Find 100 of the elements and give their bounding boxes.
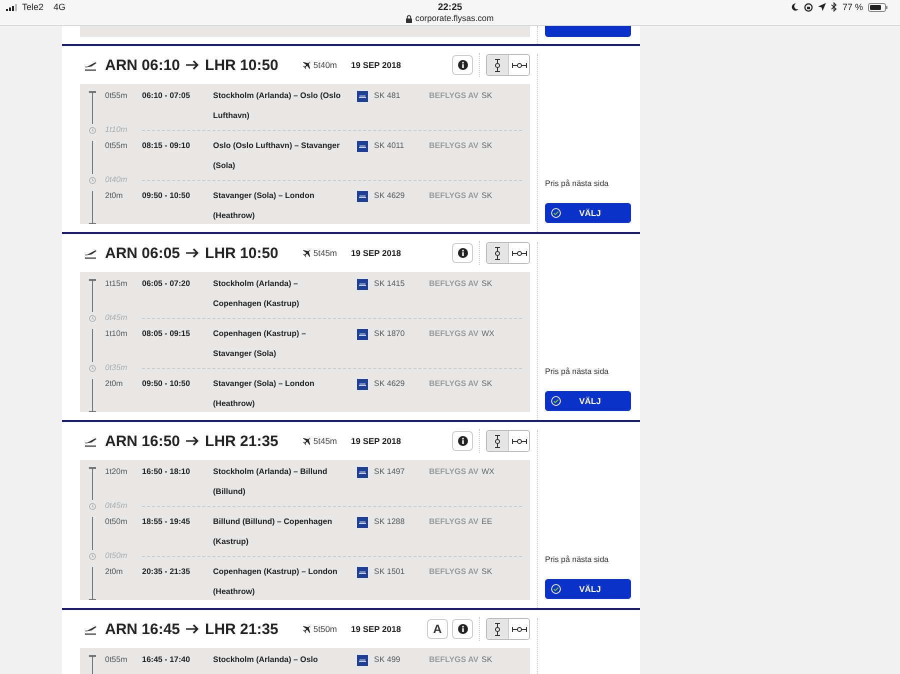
arrow-icon xyxy=(186,436,200,446)
segment-duration: 2t0m xyxy=(105,378,124,390)
plane-icon xyxy=(302,624,312,634)
layover-duration: 0t35m xyxy=(105,364,128,372)
carrier-name: Tele2 xyxy=(22,2,44,12)
vertical-view-button[interactable] xyxy=(487,619,508,639)
layover-duration: 0t40m xyxy=(105,176,128,184)
segment-route: Oslo (Oslo Lufthavn) – Stavanger (Sola) xyxy=(213,140,341,172)
clock-icon xyxy=(89,364,96,372)
segment-duration: 0t55m xyxy=(105,654,128,666)
flight-date: 19 SEP 2018 xyxy=(351,436,401,446)
airline-logo-icon xyxy=(357,279,368,290)
plane-icon xyxy=(302,436,312,446)
info-button[interactable] xyxy=(452,55,473,75)
check-circle-icon xyxy=(551,396,561,406)
airline-logo-icon xyxy=(357,379,368,390)
clock-icon xyxy=(89,552,96,560)
flight-number: SK 1501 xyxy=(374,566,406,578)
departure-time: ARN 06:05 xyxy=(105,244,180,262)
segment-duration: 2t0m xyxy=(105,190,124,202)
clock-icon xyxy=(89,176,96,184)
horizontal-view-button[interactable] xyxy=(508,431,529,451)
takeoff-icon xyxy=(84,60,97,70)
clock-time: 22:25 xyxy=(438,2,462,13)
check-circle-icon xyxy=(551,584,561,594)
segment-route: Copenhagen (Kastrup) – London (Heathrow) xyxy=(213,566,338,598)
operator-code: SK xyxy=(482,378,492,390)
plane-icon xyxy=(302,60,312,70)
total-duration: 5t40m xyxy=(313,60,338,70)
takeoff-icon xyxy=(84,436,97,446)
horizontal-view-button[interactable] xyxy=(508,55,529,75)
segment-times: 18:55 - 19:45 xyxy=(142,516,192,528)
airline-logo-icon xyxy=(357,91,368,102)
plane-icon xyxy=(302,248,312,258)
segment-route: Stockholm (Arlanda) – Oslo xyxy=(213,654,319,666)
layover-duration: 0t45m xyxy=(105,502,128,510)
operator-code: SK xyxy=(482,278,492,290)
operator-code: WX xyxy=(482,328,494,340)
arrival-time: LHR 21:35 xyxy=(205,620,278,638)
info-button[interactable] xyxy=(452,619,473,639)
segment-route: Billund (Billund) – Copenhagen (Kastrup) xyxy=(213,516,334,548)
vertical-view-button[interactable] xyxy=(487,431,508,451)
flight-date: 19 SEP 2018 xyxy=(351,248,401,258)
segment-times: 08:05 - 09:15 xyxy=(142,328,192,340)
moon-icon xyxy=(791,3,800,11)
horizontal-view-button[interactable] xyxy=(508,243,529,263)
airline-logo-icon xyxy=(357,655,368,666)
info-icon xyxy=(458,436,468,446)
clock-icon xyxy=(89,502,96,510)
segment-times: 20:35 - 21:35 xyxy=(142,566,192,578)
operator-label: BEFLYGS AV xyxy=(429,140,478,152)
select-button[interactable]: VÄLJ xyxy=(545,391,631,411)
select-button[interactable]: VÄLJ xyxy=(545,203,631,223)
aircraft-badge[interactable]: A xyxy=(427,619,448,639)
segment-route: Stockholm (Arlanda) – Billund (Billund) xyxy=(213,466,328,498)
airline-logo-icon xyxy=(357,191,368,202)
horizontal-view-button[interactable] xyxy=(508,619,529,639)
segment-times: 16:50 - 18:10 xyxy=(142,466,192,478)
flight-number: SK 4629 xyxy=(374,190,406,202)
info-button[interactable] xyxy=(452,243,473,263)
lock-icon xyxy=(406,14,412,22)
select-button[interactable]: VÄLJ xyxy=(545,579,631,599)
segment-route: Copenhagen (Kastrup) – Stavanger (Sola) xyxy=(213,328,307,360)
operator-label: BEFLYGS AV xyxy=(429,466,478,478)
vertical-view-button[interactable] xyxy=(487,55,508,75)
vertical-view-button[interactable] xyxy=(487,243,508,263)
arrow-icon xyxy=(186,248,200,258)
arrival-time: LHR 21:35 xyxy=(205,432,278,450)
total-duration: 5t45m xyxy=(313,248,338,258)
clock-icon xyxy=(89,314,96,322)
operator-code: SK xyxy=(482,90,492,102)
flight-number: SK 4011 xyxy=(374,140,406,152)
operator-label: BEFLYGS AV xyxy=(429,654,478,666)
segment-duration: 1t10m xyxy=(105,328,128,340)
flight-date: 19 SEP 2018 xyxy=(351,60,401,70)
horizontal-timeline-icon xyxy=(512,438,526,444)
clock-icon xyxy=(89,126,96,134)
info-button[interactable] xyxy=(452,431,473,451)
operator-label: BEFLYGS AV xyxy=(429,328,478,340)
flight-number: SK 1497 xyxy=(374,466,406,478)
page-url[interactable]: corporate.flysas.com xyxy=(415,13,494,24)
operator-label: BEFLYGS AV xyxy=(429,90,478,102)
operator-label: BEFLYGS AV xyxy=(429,566,478,578)
operator-label: BEFLYGS AV xyxy=(429,378,478,390)
operator-code: SK xyxy=(482,566,492,578)
info-icon xyxy=(458,248,468,258)
takeoff-icon xyxy=(84,624,97,634)
segment-times: 08:15 - 09:10 xyxy=(142,140,192,152)
flight-number: SK 1415 xyxy=(374,278,406,290)
takeoff-icon xyxy=(84,248,97,258)
airline-logo-icon xyxy=(357,467,368,478)
horizontal-timeline-icon xyxy=(512,62,526,68)
rotation-lock-icon xyxy=(804,2,814,12)
departure-time: ARN 16:45 xyxy=(105,620,180,638)
info-icon xyxy=(458,60,468,70)
operator-code: SK xyxy=(482,190,492,202)
flight-number: SK 4629 xyxy=(374,378,406,390)
airline-logo-icon xyxy=(357,141,368,152)
segment-duration: 0t55m xyxy=(105,90,128,102)
segment-duration: 2t0m xyxy=(105,566,124,578)
